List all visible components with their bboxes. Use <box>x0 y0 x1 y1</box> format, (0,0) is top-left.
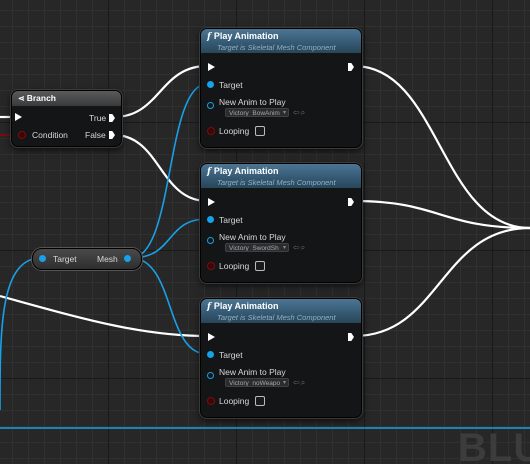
asset-tools: ⇦⌕ <box>293 378 305 387</box>
target-label: Target <box>219 350 243 360</box>
exec-out-pin[interactable] <box>348 63 354 71</box>
looping-pin[interactable] <box>207 397 215 405</box>
anim-pin[interactable] <box>207 237 214 244</box>
play-animation-header[interactable]: f Play Animation Target is Skeletal Mesh … <box>201 164 361 188</box>
object-wire-mesh-to-pa2[interactable] <box>130 218 208 259</box>
node-subtitle: Target is Skeletal Mesh Component <box>217 43 336 52</box>
target-label: Target <box>219 80 243 90</box>
play-animation-node[interactable]: f Play Animation Target is Skeletal Mesh … <box>200 298 362 418</box>
looping-checkbox[interactable] <box>255 126 265 136</box>
exec-out-pin[interactable] <box>348 198 354 206</box>
getter-mesh-label: Mesh <box>97 254 118 264</box>
dropdown-arrow-icon: ▾ <box>282 380 286 386</box>
anim-asset-picker[interactable]: Victory_SwordSh ▾ <box>225 243 289 252</box>
play-animation-node[interactable]: f Play Animation Target is Skeletal Mesh … <box>200 28 362 148</box>
browse-arrow-icon[interactable]: ⇦ <box>293 378 300 387</box>
branch-node[interactable]: ⋖ Branch Condition True False <box>11 90 122 147</box>
exec-wire-false-to-pa2[interactable] <box>113 133 208 203</box>
function-icon: f <box>207 167 211 177</box>
branch-icon: ⋖ <box>18 94 25 103</box>
branch-false-pin[interactable] <box>109 131 115 139</box>
dropdown-arrow-icon: ▾ <box>282 245 286 251</box>
function-icon: f <box>207 302 211 312</box>
node-title: Play Animation <box>213 301 279 311</box>
mesh-getter-node[interactable]: Target Mesh <box>32 248 142 270</box>
anim-label: New Anim to Play <box>219 232 286 242</box>
exec-in-pin[interactable] <box>208 63 215 71</box>
anim-pin[interactable] <box>207 372 214 379</box>
looping-label: Looping <box>219 126 250 136</box>
dropdown-arrow-icon: ▾ <box>282 110 286 116</box>
blueprint-graph-canvas[interactable]: ⋖ Branch Condition True False Target Mesh… <box>0 0 530 464</box>
browse-arrow-icon[interactable]: ⇦ <box>293 243 300 252</box>
asset-tools: ⇦⌕ <box>293 108 305 117</box>
exec-wire-pa2-out[interactable] <box>353 199 530 230</box>
search-icon[interactable]: ⌕ <box>301 378 305 387</box>
branch-condition-label: Condition <box>32 130 68 140</box>
exec-wire-pa3-out[interactable] <box>353 226 530 338</box>
branch-condition-pin[interactable] <box>18 131 26 139</box>
branch-true-label: True <box>89 113 107 123</box>
anim-label: New Anim to Play <box>219 367 286 377</box>
looping-checkbox[interactable] <box>255 396 265 406</box>
play-animation-header[interactable]: f Play Animation Target is Skeletal Mesh … <box>201 299 361 323</box>
looping-pin[interactable] <box>207 127 215 135</box>
branch-title: Branch <box>26 93 56 103</box>
node-title: Play Animation <box>213 166 279 176</box>
object-wire-into-getter[interactable] <box>0 257 39 411</box>
target-pin[interactable] <box>207 81 214 88</box>
search-icon[interactable]: ⌕ <box>301 108 305 117</box>
branch-exec-in-pin[interactable] <box>15 113 22 121</box>
blueprint-watermark: BLU <box>458 426 530 464</box>
anim-asset-value: Victory_BowAnim <box>229 110 280 117</box>
exec-out-pin[interactable] <box>348 333 354 341</box>
play-animation-header[interactable]: f Play Animation Target is Skeletal Mesh … <box>201 29 361 53</box>
node-title: Play Animation <box>213 31 279 41</box>
getter-target-pin[interactable] <box>39 255 46 262</box>
exec-wire-left-to-pa3[interactable] <box>0 294 208 338</box>
looping-checkbox[interactable] <box>255 261 265 271</box>
anim-label: New Anim to Play <box>219 97 286 107</box>
anim-asset-value: Victory_noWeapo <box>229 380 281 387</box>
play-animation-node[interactable]: f Play Animation Target is Skeletal Mesh … <box>200 163 362 283</box>
exec-in-pin[interactable] <box>208 333 215 341</box>
getter-mesh-pin[interactable] <box>124 255 131 262</box>
node-subtitle: Target is Skeletal Mesh Component <box>217 178 336 187</box>
anim-pin[interactable] <box>207 102 214 109</box>
browse-arrow-icon[interactable]: ⇦ <box>293 108 300 117</box>
function-icon: f <box>207 32 211 42</box>
object-wire-mesh-to-pa1[interactable] <box>130 83 208 259</box>
exec-in-pin[interactable] <box>208 198 215 206</box>
anim-asset-value: Victory_SwordSh <box>229 245 279 252</box>
asset-tools: ⇦⌕ <box>293 243 305 252</box>
branch-true-pin[interactable] <box>109 114 115 122</box>
looping-label: Looping <box>219 396 250 406</box>
looping-pin[interactable] <box>207 262 215 270</box>
exec-wire-pa1-out[interactable] <box>353 64 530 230</box>
getter-target-label: Target <box>53 254 77 264</box>
object-wire-mesh-to-pa3[interactable] <box>130 257 208 355</box>
target-pin[interactable] <box>207 216 214 223</box>
anim-asset-picker[interactable]: Victory_BowAnim ▾ <box>225 108 289 117</box>
search-icon[interactable]: ⌕ <box>301 243 305 252</box>
looping-label: Looping <box>219 261 250 271</box>
anim-asset-picker[interactable]: Victory_noWeapo ▾ <box>225 378 289 387</box>
target-label: Target <box>219 215 243 225</box>
target-pin[interactable] <box>207 351 214 358</box>
branch-false-label: False <box>85 130 106 140</box>
branch-header[interactable]: ⋖ Branch <box>12 91 121 106</box>
node-subtitle: Target is Skeletal Mesh Component <box>217 313 336 322</box>
